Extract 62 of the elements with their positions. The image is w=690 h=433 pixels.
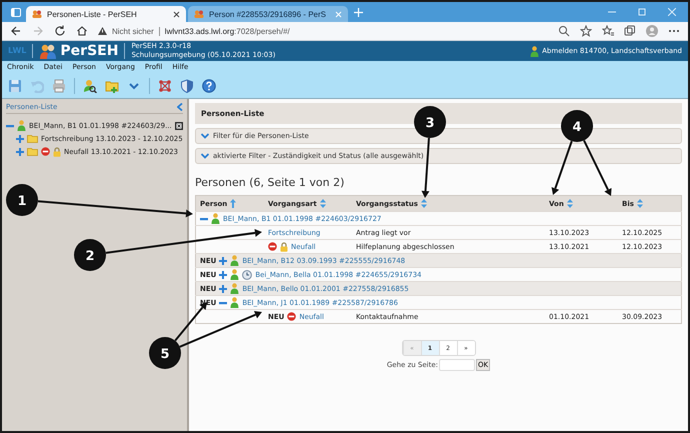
network-icon[interactable]	[158, 78, 172, 92]
browser-tab[interactable]: Person #228553/2916896 - PerS	[188, 6, 348, 22]
folder-add-icon[interactable]	[105, 78, 119, 92]
page-input[interactable]	[439, 359, 476, 371]
callout-arrow	[421, 138, 430, 198]
callout-arrow	[583, 140, 612, 196]
url-text[interactable]: lwlvnt33.ads.lwl.org:7028/perseh/#/	[158, 26, 290, 36]
new-tab-icon[interactable]	[354, 8, 362, 16]
favorites-icon[interactable]	[602, 25, 614, 37]
close-icon[interactable]	[173, 10, 180, 18]
folder-icon	[27, 134, 38, 143]
callout-badge: 1	[6, 184, 38, 216]
callout-badge: 5	[149, 337, 181, 369]
person-search-icon[interactable]	[83, 78, 97, 92]
person-icon	[230, 269, 240, 280]
person-icon	[230, 255, 240, 266]
callout-badge: 4	[561, 110, 593, 142]
chevron-icon	[201, 153, 209, 159]
save-icon[interactable]	[8, 78, 22, 92]
person-icon	[211, 213, 220, 224]
people-icon	[32, 10, 42, 18]
collections-icon[interactable]	[624, 25, 636, 37]
plus-icon[interactable]	[219, 284, 228, 292]
plus-icon[interactable]	[16, 148, 24, 156]
logo-text: LWL	[8, 44, 34, 58]
people-icon	[194, 10, 204, 18]
person-icon	[230, 297, 240, 308]
profile-icon[interactable]	[646, 25, 658, 37]
browser-tab[interactable]: Personen-Liste - PerSEH	[26, 6, 186, 22]
security-label[interactable]: Nicht sicher	[112, 26, 154, 36]
sort-icon	[566, 199, 573, 208]
sort-icon	[636, 199, 643, 208]
zoom-icon[interactable]	[558, 25, 570, 37]
back-icon[interactable]	[10, 25, 22, 37]
callout-badge: 2	[74, 239, 106, 271]
star-icon[interactable]	[580, 25, 592, 37]
callout-arrow	[552, 140, 573, 195]
home-icon[interactable]	[76, 25, 88, 37]
plus-icon[interactable]	[16, 134, 24, 142]
app-name: PerSEH	[39, 43, 126, 59]
sort-icon	[230, 199, 236, 208]
person-icon	[230, 283, 240, 294]
help-icon[interactable]	[202, 78, 216, 92]
person-icon	[17, 120, 26, 131]
folder-icon	[27, 147, 38, 156]
user-icon	[530, 46, 540, 56]
chevron-icon	[201, 133, 209, 139]
shield-icon[interactable]	[180, 78, 194, 92]
reload-icon[interactable]	[54, 25, 66, 37]
printer-icon[interactable]	[52, 78, 66, 92]
callout-badge: 3	[414, 106, 446, 138]
list-heading: Personen (6, Seite 1 von 2)	[195, 176, 346, 189]
warning-icon[interactable]	[98, 27, 107, 35]
maximize-icon[interactable]	[638, 8, 646, 16]
sort-icon	[420, 199, 427, 208]
collapse-icon[interactable]	[177, 103, 183, 111]
tab-actions-icon[interactable]	[11, 8, 21, 16]
sort-icon	[320, 199, 326, 208]
people-icon	[39, 44, 58, 58]
plus-icon[interactable]	[219, 270, 228, 278]
plus-icon[interactable]	[219, 256, 228, 264]
close-icon[interactable]	[175, 122, 183, 130]
